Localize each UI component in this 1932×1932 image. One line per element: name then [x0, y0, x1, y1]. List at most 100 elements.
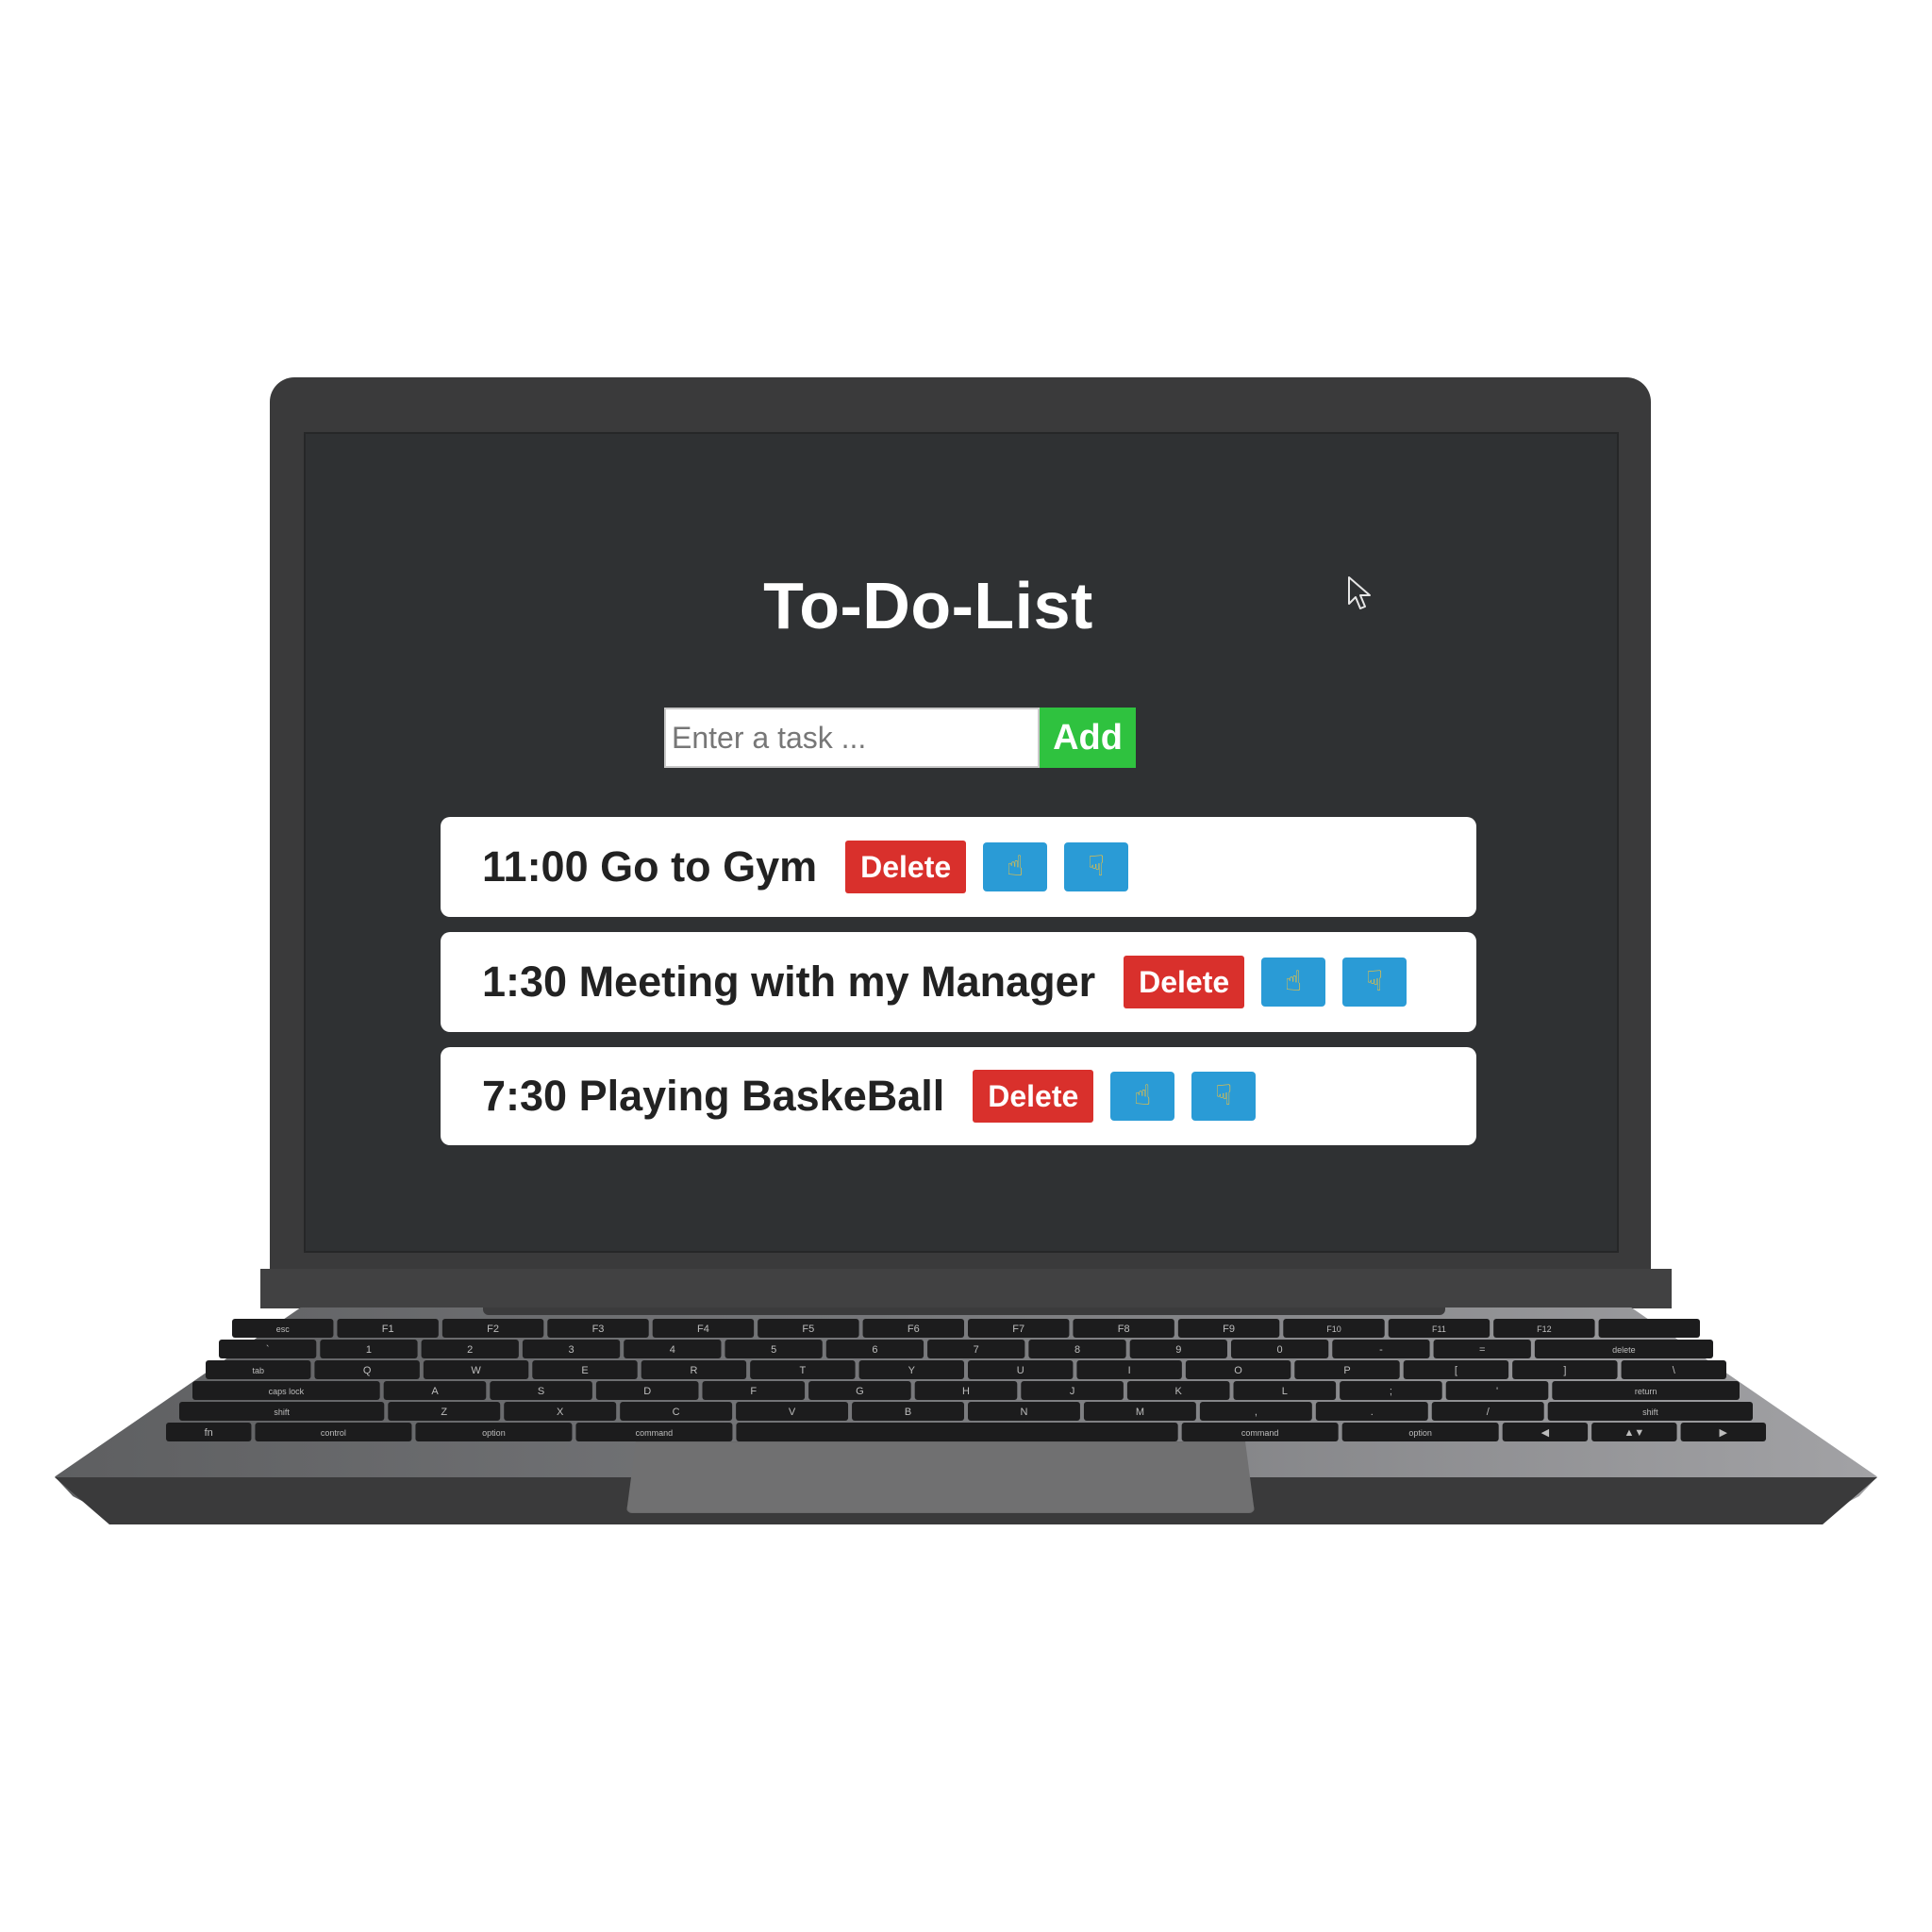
page-title: To-Do-List — [763, 569, 1093, 642]
keyboard-key-label: tab — [252, 1366, 264, 1375]
keyboard-key-label: 4 — [670, 1344, 675, 1356]
task-text: 1:30 Meeting with my Manager — [482, 958, 1096, 1006]
keyboard-key-label: option — [1408, 1428, 1432, 1438]
keyboard-key-label: E — [581, 1365, 588, 1376]
laptop-mockup: To-Do-List Add 11:00 Go to Gym Delete ☝ … — [0, 0, 1932, 1932]
keyboard-key-label: L — [1282, 1386, 1288, 1397]
task-item: 7:30 Playing BaskeBall Delete ☝ ☟ — [441, 1047, 1476, 1145]
laptop-screen: To-Do-List Add 11:00 Go to Gym Delete ☝ … — [304, 432, 1619, 1253]
task-list: 11:00 Go to Gym Delete ☝ ☟ 1:30 Meeting … — [441, 817, 1476, 1160]
task-text: 7:30 Playing BaskeBall — [482, 1072, 945, 1120]
task-item: 11:00 Go to Gym Delete ☝ ☟ — [441, 817, 1476, 917]
keyboard-key-label: S — [538, 1386, 544, 1397]
keyboard-key-label: Y — [908, 1365, 916, 1376]
pointing-down-hand-icon: ☟ — [1366, 965, 1384, 998]
keyboard-key-label: , — [1255, 1407, 1257, 1418]
trackpad[interactable] — [626, 1441, 1255, 1513]
keyboard-key-label: F4 — [697, 1324, 709, 1335]
keyboard-key-label: 7 — [974, 1344, 979, 1356]
pointing-down-hand-icon: ☟ — [1215, 1079, 1233, 1112]
pointing-down-hand-icon: ☟ — [1087, 850, 1106, 883]
move-up-button[interactable]: ☝ — [1110, 1072, 1175, 1121]
keyboard-key-label: F5 — [802, 1324, 814, 1335]
keyboard-key-label: C — [673, 1407, 680, 1418]
keyboard-key-label: return — [1635, 1387, 1657, 1396]
keyboard-key-label: U — [1017, 1365, 1024, 1376]
keyboard-key-label: F9 — [1223, 1324, 1235, 1335]
delete-button[interactable]: Delete — [845, 841, 967, 893]
laptop-hinge — [483, 1307, 1445, 1315]
keyboard-key-label: F10 — [1326, 1324, 1341, 1334]
keyboard-key-label: esc — [276, 1324, 291, 1334]
keyboard-key-label: - — [1379, 1344, 1383, 1356]
keyboard-key-label: = — [1479, 1344, 1485, 1356]
keyboard-key-label: F — [750, 1386, 757, 1397]
keyboard-key-label: 3 — [568, 1344, 574, 1356]
keyboard-key-label: M — [1136, 1407, 1144, 1418]
keyboard-key-label: . — [1371, 1407, 1374, 1418]
keyboard-key-label: delete — [1612, 1345, 1636, 1355]
keyboard-key-label: ◀ — [1541, 1427, 1550, 1439]
keyboard-key-label: shift — [1642, 1407, 1658, 1417]
keyboard-key-label: V — [789, 1407, 796, 1418]
keyboard-key-label: shift — [274, 1407, 290, 1417]
keyboard-key-label: F2 — [487, 1324, 499, 1335]
keyboard-key-label: B — [905, 1407, 911, 1418]
keyboard-key-label: 9 — [1175, 1344, 1181, 1356]
keyboard-key-label: T — [799, 1365, 806, 1376]
keyboard-key-label: J — [1070, 1386, 1075, 1397]
keyboard-key-label: ▲▼ — [1624, 1427, 1644, 1439]
keyboard-key-label: caps lock — [269, 1387, 305, 1396]
keyboard-key-label: ▶ — [1720, 1427, 1728, 1439]
keyboard-key-label: 0 — [1277, 1344, 1283, 1356]
keyboard-key-label: fn — [205, 1427, 213, 1439]
keyboard-key[interactable] — [736, 1423, 1178, 1441]
keyboard-key-label: F1 — [382, 1324, 394, 1335]
keyboard-key-label: ] — [1563, 1365, 1566, 1376]
keyboard-key-label: H — [962, 1386, 970, 1397]
keyboard-key-label: command — [636, 1428, 674, 1438]
keyboard-key-label: I — [1128, 1365, 1131, 1376]
keyboard-key-label: Z — [441, 1407, 447, 1418]
keyboard-key-label: 1 — [366, 1344, 372, 1356]
pointing-up-hand-icon: ☝ — [1006, 850, 1024, 883]
keyboard-key-label: 2 — [467, 1344, 473, 1356]
keyboard-key-label: F8 — [1118, 1324, 1130, 1335]
keyboard-key-label: X — [557, 1407, 564, 1418]
keyboard-key-label: O — [1234, 1365, 1242, 1376]
move-down-button[interactable]: ☟ — [1191, 1072, 1257, 1121]
move-up-button[interactable]: ☝ — [1261, 958, 1326, 1007]
move-up-button[interactable]: ☝ — [983, 842, 1048, 891]
keyboard-key-label: ` — [266, 1344, 270, 1356]
keyboard-key-label: F7 — [1012, 1324, 1024, 1335]
keyboard-key-label: ; — [1390, 1386, 1392, 1397]
keyboard-key-label: F12 — [1537, 1324, 1552, 1334]
delete-button[interactable]: Delete — [1124, 956, 1245, 1008]
keyboard-key-label: F6 — [908, 1324, 920, 1335]
keyboard-key-label: 8 — [1074, 1344, 1080, 1356]
keyboard-key-label: control — [321, 1428, 346, 1438]
keyboard-key-label: N — [1020, 1407, 1027, 1418]
keyboard-key-label: 5 — [771, 1344, 776, 1356]
mouse-cursor-icon — [1348, 576, 1371, 609]
task-text: 11:00 Go to Gym — [482, 842, 818, 891]
keyboard: esc F1 F2 F3 F4 F5 F6 F7 F8 F9 F10 F11 F12 ` 1 2 3 4 5 6 7 8 9… — [166, 1319, 1766, 1441]
pointing-up-hand-icon: ☝ — [1134, 1079, 1152, 1112]
move-down-button[interactable]: ☟ — [1064, 842, 1129, 891]
keyboard-key-label: A — [431, 1386, 439, 1397]
task-item: 1:30 Meeting with my Manager Delete ☝ ☟ — [441, 932, 1476, 1032]
laptop-lid-bottom-bezel — [260, 1269, 1672, 1308]
keyboard-key-label: command — [1241, 1428, 1279, 1438]
move-down-button[interactable]: ☟ — [1342, 958, 1407, 1007]
keyboard-key-label: Q — [363, 1365, 372, 1376]
add-button[interactable]: Add — [1040, 708, 1136, 768]
keyboard-key-label: K — [1175, 1386, 1183, 1397]
keyboard-key-label: G — [856, 1386, 864, 1397]
keyboard-key-label: 6 — [872, 1344, 877, 1356]
keyboard-key-label: D — [643, 1386, 651, 1397]
keyboard-key[interactable] — [1598, 1319, 1700, 1338]
delete-button[interactable]: Delete — [973, 1070, 1094, 1123]
task-entry-row: Add — [664, 708, 1136, 768]
task-input[interactable] — [664, 708, 1040, 768]
pointing-up-hand-icon: ☝ — [1285, 965, 1303, 998]
